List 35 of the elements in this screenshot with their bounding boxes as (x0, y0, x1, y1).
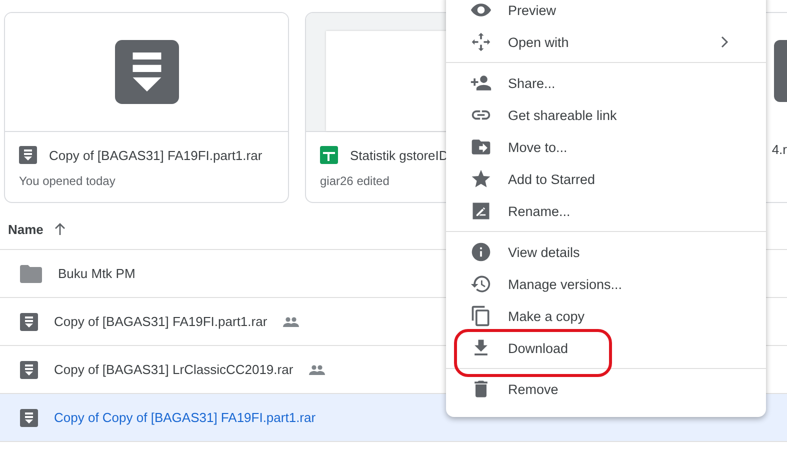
file-card[interactable]: Copy of [BAGAS31] FA19FI.part1.rar You opened today (4, 12, 289, 203)
menu-item[interactable]: Open with (446, 26, 766, 58)
info-icon (470, 241, 492, 263)
file-card-title: Statistik gstoreID (350, 148, 448, 162)
menu-item[interactable]: Manage versions... (446, 268, 766, 300)
copy-icon (470, 305, 492, 327)
menu-item[interactable]: Get shareable link (446, 99, 766, 131)
menu-item[interactable]: Make a copy (446, 300, 766, 332)
folder-icon (20, 264, 42, 282)
history-icon (470, 273, 492, 295)
file-card-subtitle: giar26 edited (320, 174, 390, 188)
file-card-subtitle: You opened today (19, 174, 116, 188)
sort-up-arrow-icon[interactable] (53, 222, 68, 236)
menu-item[interactable]: Add to Starred (446, 163, 766, 195)
menu-item[interactable]: Move to... (446, 131, 766, 163)
menu-item[interactable]: Rename... (446, 195, 766, 227)
archive-file-icon (19, 146, 37, 164)
arrows-icon (470, 31, 492, 53)
archive-file-icon (20, 312, 38, 330)
archive-file-icon (20, 408, 38, 426)
menu-item[interactable]: Share... (446, 67, 766, 99)
menu-item[interactable]: Preview (446, 0, 766, 26)
name-column-header[interactable]: Name (8, 222, 44, 236)
star-icon (470, 168, 492, 190)
spreadsheet-icon (320, 146, 338, 164)
pencil-icon (470, 200, 492, 222)
file-card-title: Copy of [BAGAS31] FA19FI.part1.rar (49, 148, 262, 162)
file-name: Copy of [BAGAS31] FA19FI.part1.rar (54, 314, 268, 329)
file-card-title: 4.r (772, 142, 787, 157)
archive-file-icon (20, 360, 38, 378)
file-name: Copy of [BAGAS31] LrClassicCC2019.rar (54, 362, 294, 377)
file-name: Buku Mtk PM (58, 266, 136, 281)
file-name: Copy of Copy of [BAGAS31] FA19FI.part1.rar (54, 410, 316, 425)
archive-file-icon (114, 40, 178, 104)
file-thumbnail-icon (774, 40, 787, 102)
